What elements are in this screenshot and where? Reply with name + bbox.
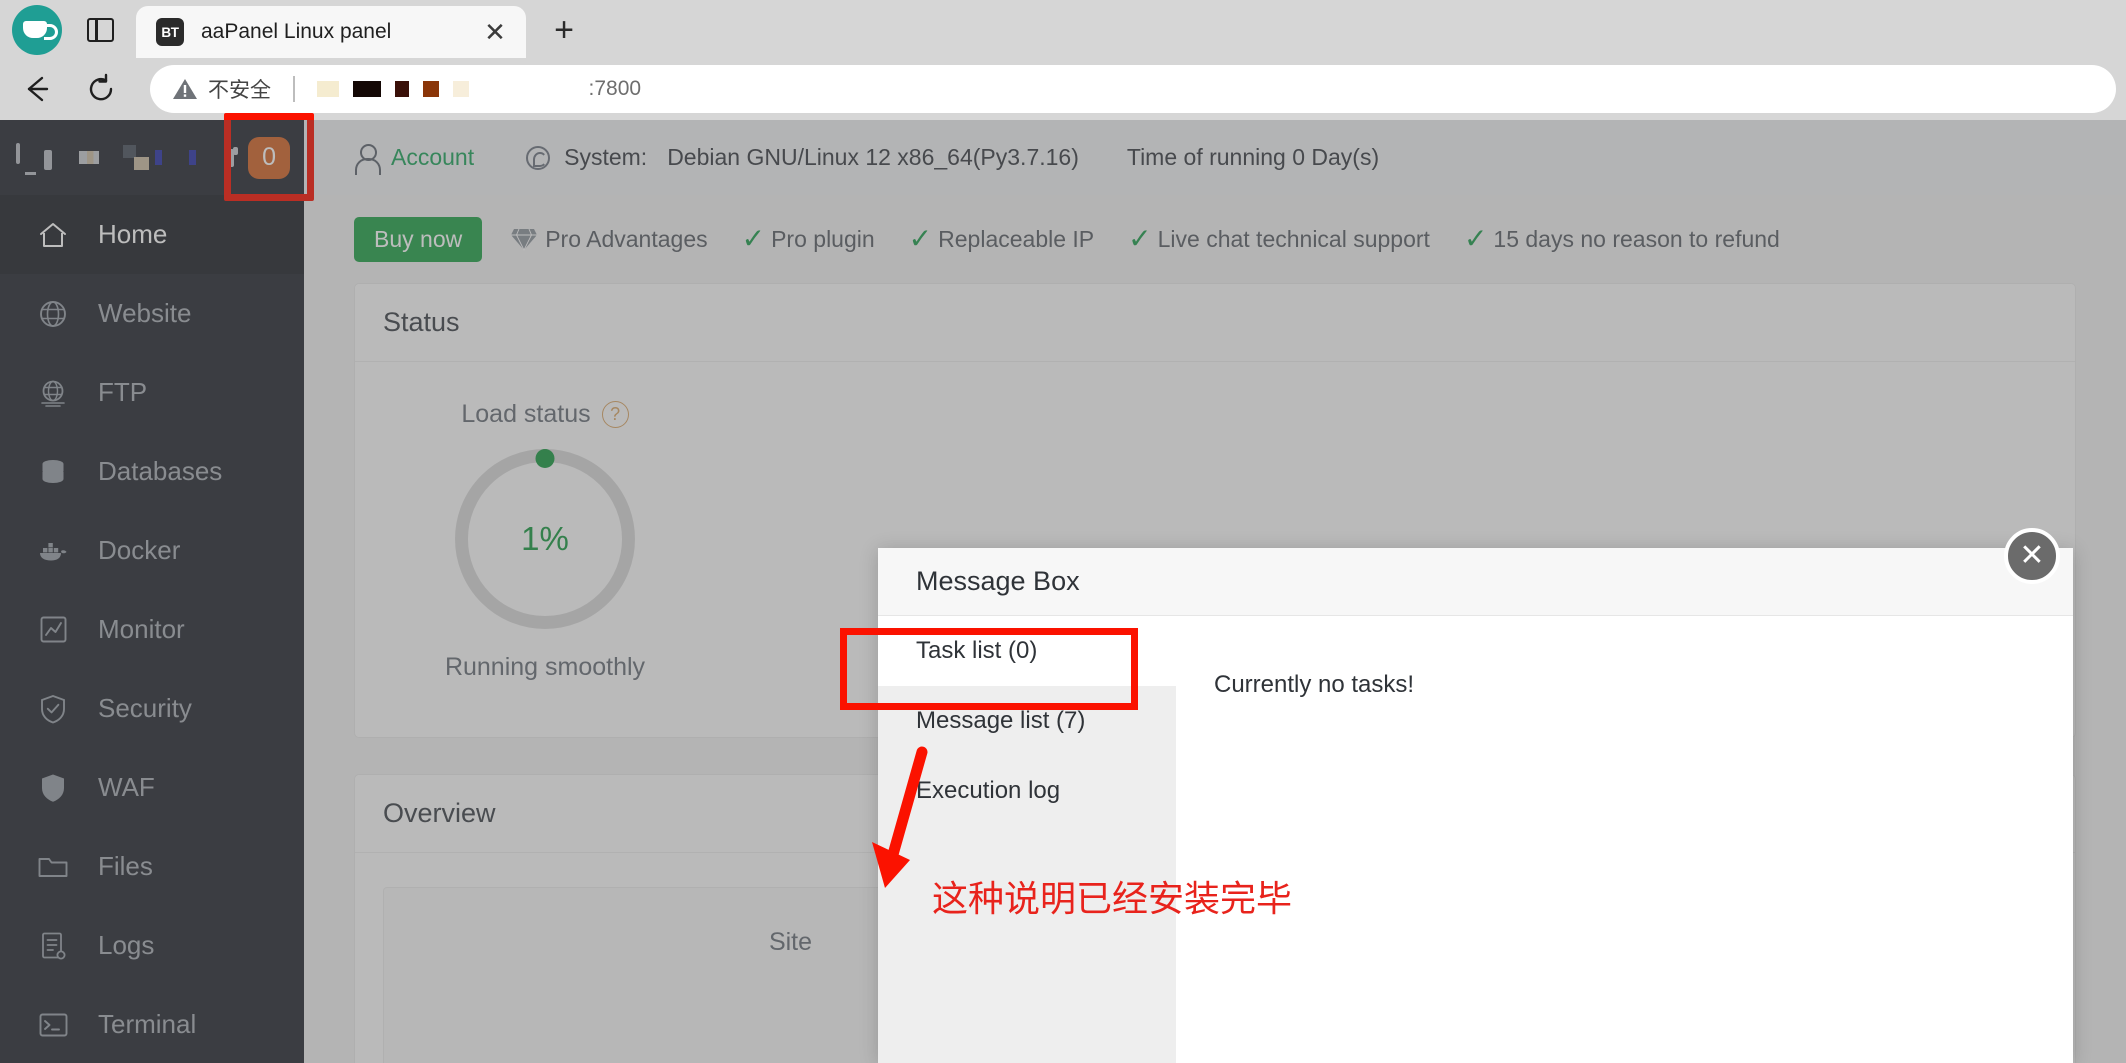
browser-tab[interactable]: BT aaPanel Linux panel ✕	[136, 6, 526, 58]
browser-toolbar: 不安全 :7800	[0, 58, 2126, 120]
tab-close-icon[interactable]: ✕	[480, 17, 510, 47]
address-bar[interactable]: 不安全 :7800	[150, 65, 2116, 113]
modal-tab-task-list[interactable]: Task list (0)	[878, 616, 1176, 686]
browser-tabstrip: BT aaPanel Linux panel ✕ +	[0, 0, 2126, 58]
warning-triangle-icon[interactable]	[172, 77, 198, 101]
url-port-text: :7800	[588, 77, 642, 100]
modal-body: Task list (0) Message list (7) Execution…	[840, 616, 2073, 1063]
aapanel-page: 0 Home Website FTP Databases Docker Moni…	[0, 112, 2126, 1063]
modal-tab-list: Task list (0) Message list (7) Execution…	[840, 616, 1176, 1063]
empty-tasks-message: Currently no tasks!	[1214, 671, 1415, 698]
tab-title: aaPanel Linux panel	[201, 20, 392, 43]
modal-tab-execution-log[interactable]: Execution log	[878, 756, 1176, 826]
modal-tab-message-list[interactable]: Message list (7)	[878, 686, 1176, 756]
coffee-avatar-icon[interactable]	[12, 5, 62, 55]
modal-content-pane: Currently no tasks!	[1176, 616, 2073, 1063]
side-panel-icon[interactable]	[78, 8, 122, 52]
modal-title: Message Box	[878, 548, 2073, 616]
modal-close-icon[interactable]: ✕	[2004, 528, 2060, 584]
url-redaction	[316, 81, 469, 97]
tab-favicon-icon: BT	[156, 18, 184, 46]
reload-button[interactable]	[74, 62, 128, 116]
omnibox-divider	[293, 76, 295, 102]
new-tab-button[interactable]: +	[540, 6, 588, 54]
message-box-modal: Message Box Task list (0) Message list (…	[840, 548, 2073, 1063]
back-button[interactable]	[10, 62, 64, 116]
security-status-label: 不安全	[208, 79, 271, 102]
browser-chrome: BT aaPanel Linux panel ✕ + 不安全:7800	[0, 0, 2126, 120]
